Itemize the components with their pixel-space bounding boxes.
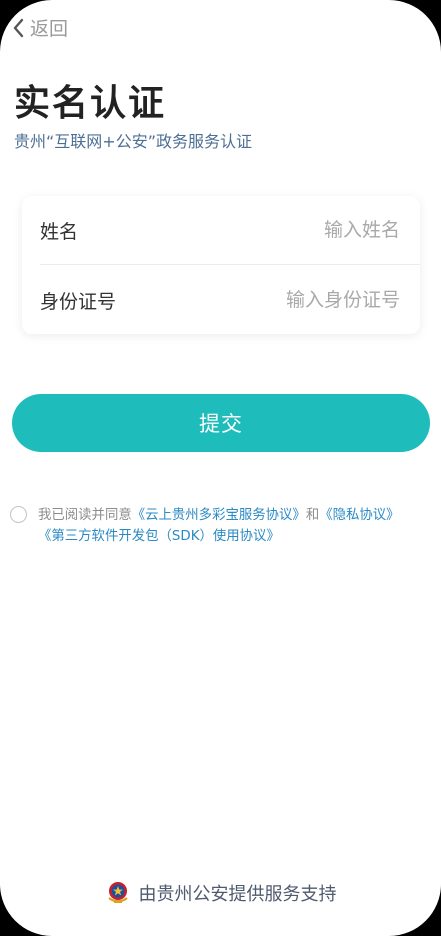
privacy-agreement-link[interactable]: 《隐私协议》 bbox=[319, 508, 399, 523]
form-divider bbox=[40, 264, 420, 265]
identity-form-card: 姓名 身份证号 bbox=[22, 196, 420, 334]
name-input[interactable] bbox=[178, 218, 402, 242]
agreement-prefix: 我已阅读并同意 bbox=[38, 508, 132, 523]
chevron-left-icon bbox=[13, 18, 24, 37]
name-label: 姓名 bbox=[40, 220, 79, 243]
id-number-row: 身份证号 bbox=[22, 266, 420, 334]
footer-text: 由贵州公安提供服务支持 bbox=[138, 884, 337, 905]
footer: 由贵州公安提供服务支持 bbox=[0, 880, 441, 906]
back-button[interactable]: 返回 bbox=[12, 14, 68, 41]
sdk-agreement-link[interactable]: 《第三方软件开发包（SDK）使用协议》 bbox=[38, 529, 280, 544]
police-emblem-icon bbox=[107, 882, 128, 903]
submit-button[interactable]: 提交 bbox=[12, 394, 430, 452]
name-row: 姓名 bbox=[22, 196, 420, 264]
agreement-radio[interactable] bbox=[10, 506, 27, 523]
agreement-line-2: 《第三方软件开发包（SDK）使用协议》 bbox=[38, 526, 280, 547]
service-agreement-link[interactable]: 《云上贵州多彩宝服务协议》 bbox=[132, 508, 306, 523]
page-subtitle: 贵州“互联网+公安”政务服务认证 bbox=[14, 132, 252, 151]
back-label: 返回 bbox=[30, 18, 69, 40]
app-screen: 返回 实名认证 贵州“互联网+公安”政务服务认证 姓名 身份证号 提交 我已阅读… bbox=[0, 0, 441, 936]
agreement-conjunction: 和 bbox=[305, 508, 320, 523]
page-title: 实名认证 bbox=[14, 83, 167, 124]
agreement-line-1: 我已阅读并同意《云上贵州多彩宝服务协议》和《隐私协议》 bbox=[38, 505, 400, 526]
id-number-label: 身份证号 bbox=[40, 290, 117, 313]
id-number-input[interactable] bbox=[178, 288, 402, 312]
